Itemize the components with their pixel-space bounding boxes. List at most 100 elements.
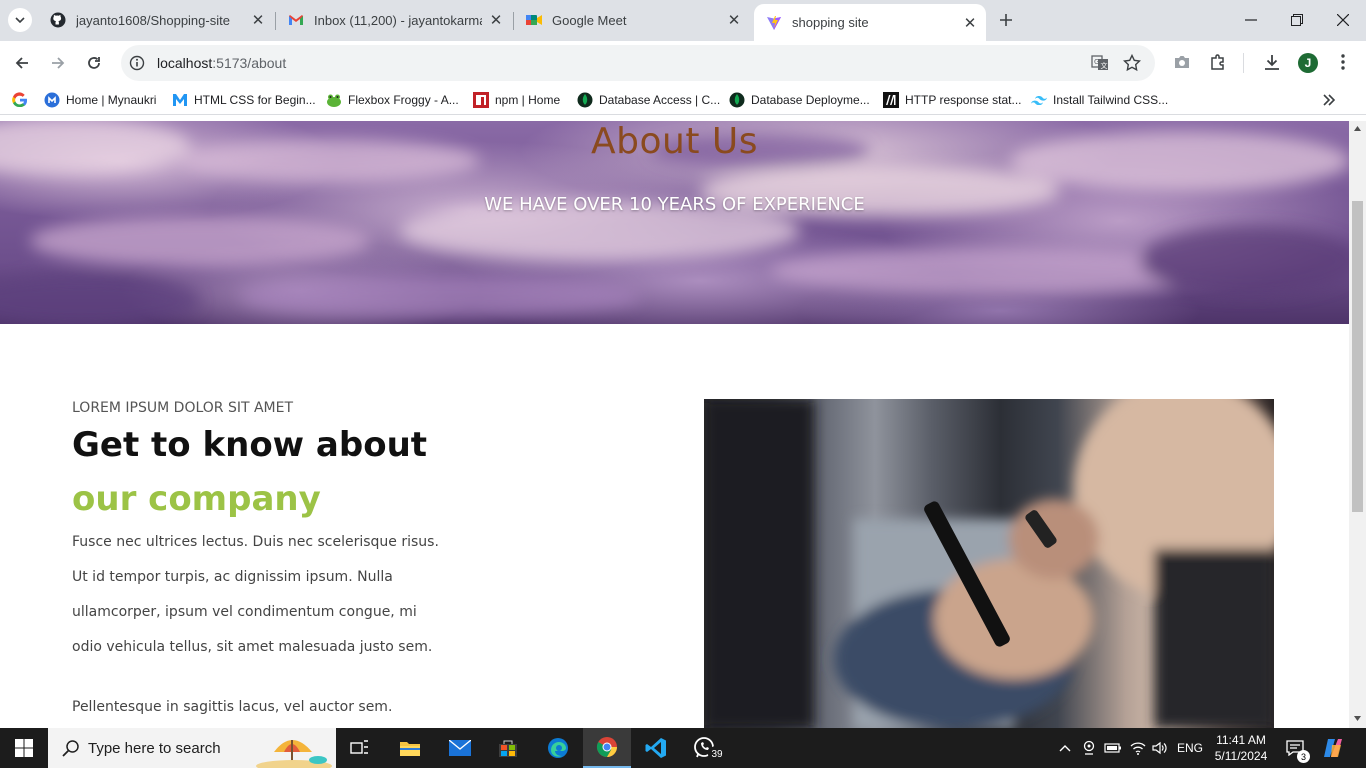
svg-text:G: G bbox=[1094, 58, 1099, 66]
notification-center-button[interactable]: 3 bbox=[1280, 728, 1310, 768]
mynaukri-icon bbox=[44, 92, 60, 108]
mongodb-icon bbox=[729, 92, 745, 108]
clock[interactable]: 11:41 AM 5/11/2024 bbox=[1208, 728, 1274, 768]
tab-title: Inbox (11,200) - jayantokarmakar bbox=[314, 12, 482, 28]
paragraph-line: odio vehicula tellus, sit amet malesuada… bbox=[72, 639, 433, 655]
battery-icon[interactable] bbox=[1102, 728, 1124, 768]
clock-time: 11:41 AM bbox=[1216, 733, 1266, 747]
vscode-button[interactable] bbox=[632, 728, 680, 768]
bookmark-item[interactable]: Database Deployme... bbox=[729, 91, 870, 109]
extensions-icon[interactable] bbox=[1209, 53, 1227, 71]
close-icon[interactable]: ✕ bbox=[250, 12, 266, 29]
bookmark-item[interactable]: Install Tailwind CSS... bbox=[1031, 91, 1168, 109]
tab-search-button[interactable] bbox=[8, 8, 32, 32]
volume-icon[interactable] bbox=[1150, 728, 1170, 768]
minimize-button[interactable] bbox=[1228, 0, 1274, 40]
chrome-button[interactable] bbox=[583, 728, 631, 768]
search-icon bbox=[62, 740, 79, 757]
close-window-button[interactable] bbox=[1320, 0, 1366, 40]
whatsapp-badge: 39 bbox=[708, 746, 726, 762]
tab-github[interactable]: jayanto1608/Shopping-site ✕ bbox=[38, 0, 274, 40]
camera-icon[interactable] bbox=[1173, 54, 1191, 70]
arrow-left-icon bbox=[15, 57, 28, 69]
section-heading: Get to know about bbox=[72, 425, 428, 465]
google-icon[interactable] bbox=[12, 92, 28, 108]
arrow-right-icon bbox=[52, 57, 65, 69]
tab-google-meet[interactable]: Google Meet ✕ bbox=[514, 0, 750, 40]
bookmark-star-icon[interactable] bbox=[1123, 54, 1141, 72]
google-meet-icon bbox=[526, 12, 542, 28]
tab-title: shopping site bbox=[792, 15, 869, 30]
whatsapp-button[interactable]: 39 bbox=[680, 728, 728, 768]
tab-strip: jayanto1608/Shopping-site ✕ Inbox (11,20… bbox=[0, 0, 1366, 41]
wifi-icon[interactable] bbox=[1128, 728, 1148, 768]
plus-icon bbox=[1000, 14, 1012, 26]
taskbar-search-box[interactable]: Type here to search bbox=[48, 728, 336, 768]
webcam-icon[interactable] bbox=[1080, 728, 1098, 768]
file-explorer-button[interactable] bbox=[386, 728, 434, 768]
new-tab-button[interactable] bbox=[996, 10, 1016, 30]
url-path: :5173/about bbox=[212, 55, 287, 71]
npm-icon bbox=[473, 92, 489, 108]
windows-logo-icon bbox=[15, 739, 33, 757]
more-options-icon[interactable] bbox=[1340, 53, 1346, 71]
download-icon[interactable] bbox=[1263, 53, 1281, 71]
section-heading-accent: our company bbox=[72, 479, 321, 519]
vite-icon bbox=[766, 15, 782, 31]
close-icon[interactable]: ✕ bbox=[488, 12, 504, 29]
bookmark-item[interactable]: Database Access | C... bbox=[577, 91, 720, 109]
url-text[interactable]: localhost:5173/about bbox=[157, 55, 286, 71]
close-icon[interactable]: ✕ bbox=[726, 12, 742, 29]
paragraph-line: ullamcorper, ipsum vel condimentum congu… bbox=[72, 604, 417, 620]
forward-button[interactable] bbox=[44, 49, 72, 77]
profile-avatar[interactable]: J bbox=[1298, 53, 1318, 73]
bookmark-label: Database Access | C... bbox=[599, 93, 721, 107]
bookmark-label: HTTP response stat... bbox=[905, 93, 1022, 107]
hero-banner: About Us WE HAVE OVER 10 YEARS OF EXPERI… bbox=[0, 121, 1349, 324]
toolbar-divider bbox=[1243, 53, 1244, 73]
folder-icon bbox=[400, 742, 420, 756]
scrollbar-thumb[interactable] bbox=[1352, 201, 1363, 512]
store-icon bbox=[499, 740, 517, 757]
tab-title: Google Meet bbox=[552, 12, 627, 28]
browser-toolbar: localhost:5173/about G文 J bbox=[0, 41, 1366, 85]
restore-icon bbox=[1291, 14, 1303, 26]
bookmark-item[interactable]: npm | Home bbox=[473, 91, 560, 109]
bookmark-item[interactable]: Flexbox Froggy - A... bbox=[326, 91, 459, 109]
bookmark-item[interactable]: Home | Mynaukri bbox=[44, 91, 156, 109]
hero-title: About Us bbox=[591, 121, 758, 162]
microsoft-store-button[interactable] bbox=[484, 728, 532, 768]
close-icon bbox=[1337, 14, 1349, 26]
reload-button[interactable] bbox=[80, 49, 108, 77]
language-indicator[interactable]: ENG bbox=[1174, 728, 1206, 768]
bookmark-item[interactable]: HTTP response stat... bbox=[883, 91, 1022, 109]
start-button[interactable] bbox=[0, 728, 48, 768]
gmail-icon bbox=[288, 12, 304, 28]
paragraph-line: Fusce nec ultrices lectus. Duis nec scel… bbox=[72, 534, 439, 550]
double-chevron-right-icon[interactable] bbox=[1321, 92, 1337, 108]
github-icon bbox=[50, 12, 66, 28]
chevron-up-icon[interactable] bbox=[1056, 728, 1074, 768]
close-icon[interactable]: ✕ bbox=[962, 15, 978, 32]
hero-subtitle: WE HAVE OVER 10 YEARS OF EXPERIENCE bbox=[484, 194, 865, 215]
vscode-icon bbox=[645, 738, 666, 758]
copilot-icon[interactable] bbox=[1316, 728, 1350, 768]
mdn-icon bbox=[883, 92, 899, 108]
chevron-down-icon bbox=[15, 17, 25, 23]
address-bar[interactable]: localhost:5173/about G文 bbox=[121, 45, 1155, 81]
search-placeholder: Type here to search bbox=[88, 739, 221, 757]
bookmark-label: Home | Mynaukri bbox=[66, 93, 157, 107]
section-eyebrow: LOREM IPSUM DOLOR SIT AMET bbox=[72, 400, 294, 416]
back-button[interactable] bbox=[8, 49, 36, 77]
translate-icon[interactable]: G文 bbox=[1091, 55, 1109, 71]
bookmark-item[interactable]: HTML CSS for Begin... bbox=[172, 91, 316, 109]
mail-button[interactable] bbox=[436, 728, 484, 768]
edge-icon bbox=[548, 738, 568, 758]
edge-button[interactable] bbox=[534, 728, 582, 768]
site-info-icon[interactable] bbox=[129, 55, 145, 71]
tab-shopping-site[interactable]: shopping site ✕ bbox=[754, 4, 986, 41]
m-logo-icon bbox=[172, 92, 188, 108]
task-view-button[interactable] bbox=[336, 728, 384, 768]
tab-gmail[interactable]: Inbox (11,200) - jayantokarmakar ✕ bbox=[276, 0, 512, 40]
restore-button[interactable] bbox=[1274, 0, 1320, 40]
